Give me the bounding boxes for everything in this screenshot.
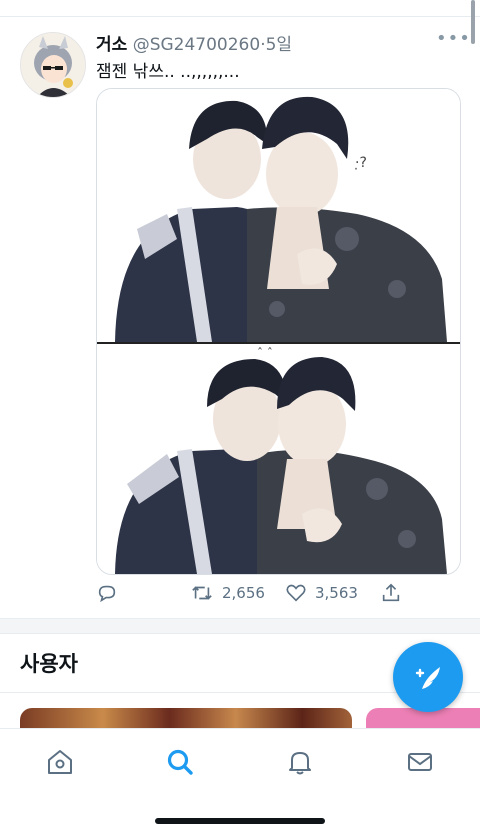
- svg-text:ˆ ˆ: ˆ ˆ: [257, 346, 273, 360]
- tab-search[interactable]: [165, 747, 195, 777]
- tab-notifications[interactable]: [285, 747, 315, 777]
- reply-icon: [98, 585, 116, 603]
- tweet-header: 거소 @SG24700260·5일: [96, 30, 292, 55]
- section-divider: [0, 618, 480, 634]
- avatar-illustration: [21, 33, 85, 97]
- avatar[interactable]: [20, 32, 86, 98]
- handle[interactable]: @SG24700260: [133, 35, 261, 55]
- section-title: 사용자: [20, 652, 78, 676]
- home-icon: [48, 750, 72, 774]
- more-horizontal-icon[interactable]: •••: [436, 28, 471, 49]
- tweet-actions: 2,656 3,563: [96, 582, 426, 608]
- reply-button[interactable]: [96, 582, 118, 604]
- compose-feather-icon: [415, 667, 440, 689]
- tab-messages[interactable]: [405, 747, 435, 777]
- compose-button[interactable]: [393, 642, 463, 712]
- share-button[interactable]: [380, 582, 402, 604]
- bell-icon: [289, 752, 311, 775]
- share-icon: [382, 583, 400, 602]
- retweet-button[interactable]: 2,656: [190, 582, 265, 604]
- media-illustration: ·̣? ˆ ˆ: [97, 89, 460, 574]
- search-icon: [167, 749, 193, 775]
- svg-text:·̣?: ·̣?: [354, 155, 366, 171]
- home-indicator[interactable]: [155, 818, 325, 824]
- scrollbar[interactable]: [471, 0, 475, 44]
- like-button[interactable]: 3,563: [285, 582, 358, 604]
- tweet-media[interactable]: ·̣? ˆ ˆ: [96, 88, 461, 575]
- like-count: 3,563: [315, 584, 358, 602]
- timestamp[interactable]: 5일: [266, 35, 292, 55]
- top-strip: [0, 0, 480, 17]
- heart-icon: [286, 584, 306, 602]
- display-name[interactable]: 거소: [96, 35, 127, 55]
- retweet-count: 2,656: [222, 584, 265, 602]
- tab-home[interactable]: [45, 747, 75, 777]
- retweet-icon: [192, 586, 212, 600]
- tweet-text: 잼젠 낚쓰.. ..,,,,,,...: [96, 62, 240, 82]
- mail-icon: [408, 753, 432, 771]
